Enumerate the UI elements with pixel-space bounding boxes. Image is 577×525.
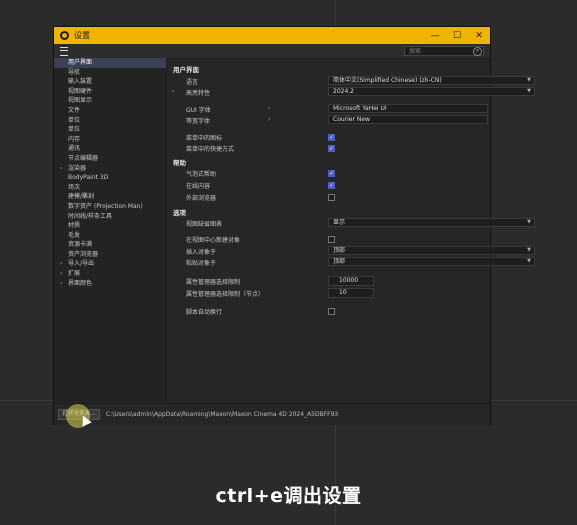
paste-object-dropdown[interactable]: 顶部 ▼ xyxy=(328,257,535,266)
online-help-checkbox[interactable]: ✓ xyxy=(328,182,335,189)
settings-sidebar: 用户界面 导航 输入装置 视图硬件 视图显示 文件 单位 单位 内存 通讯 节点… xyxy=(54,58,167,402)
new-object-label: 在视图中心新建对象 xyxy=(186,237,241,244)
expand-arrow-icon: › xyxy=(60,260,63,268)
menu-shortcuts-checkbox[interactable]: ✓ xyxy=(328,145,335,152)
sidebar-item-navigation[interactable]: 导航 xyxy=(54,68,166,78)
caret-down-icon: ▼ xyxy=(527,88,531,94)
menu-icons-checkbox[interactable]: ✓ xyxy=(328,134,335,141)
minimize-button[interactable]: — xyxy=(424,27,446,44)
attr-node-limit-label: 属性管理器选择限制（节点） xyxy=(186,291,265,298)
sidebar-item-user-interface[interactable]: 用户界面 xyxy=(54,58,166,68)
menu-shortcuts-label: 菜单中的快捷方式 xyxy=(186,146,235,153)
gui-font-expand-icon[interactable]: › xyxy=(268,105,270,112)
paste-object-label: 粘贴对象于 xyxy=(186,260,217,267)
menu-icon[interactable] xyxy=(60,47,68,56)
clear-search-icon[interactable]: × xyxy=(473,47,482,56)
insert-object-dropdown[interactable]: 顶部 ▼ xyxy=(328,246,535,255)
expand-arrow-icon: › xyxy=(60,164,63,172)
highlight-label: 高亮特性 xyxy=(186,90,211,97)
close-button[interactable]: ✕ xyxy=(468,27,490,44)
sidebar-item-modeling-sculpting[interactable]: 建模/雕刻 xyxy=(54,192,166,202)
settings-window: 设置 — ☐ ✕ 搜索 × 用户界面 导航 输入装置 视图硬件 视图显示 文件 … xyxy=(54,27,535,428)
settings-panel: 用户界面 语言 简体中文(Simplified Chinese) (zh-CN)… xyxy=(168,58,535,402)
preferences-path: C:\Users\admin\AppData\Roaming\Maxon\Max… xyxy=(106,411,339,418)
viewport-dropdown[interactable]: 显示 ▼ xyxy=(328,218,535,227)
sidebar-item-hair[interactable]: 毛发 xyxy=(54,231,166,241)
menu-icons-label: 菜单中的图标 xyxy=(186,135,223,142)
search-placeholder: 搜索 xyxy=(409,48,422,55)
expand-arrow-icon: › xyxy=(60,270,63,278)
bubble-help-label: 气泡式帮助 xyxy=(186,171,217,178)
language-dropdown[interactable]: 简体中文(Simplified Chinese) (zh-CN) ▼ xyxy=(328,76,535,85)
bubble-help-checkbox[interactable]: ✓ xyxy=(328,170,335,177)
external-browser-checkbox[interactable] xyxy=(328,194,335,201)
sidebar-item-viewport-hardware[interactable]: 视图硬件 xyxy=(54,87,166,97)
mono-font-expand-icon[interactable]: › xyxy=(268,116,270,123)
attr-node-limit-field[interactable]: 10 xyxy=(328,288,374,298)
sidebar-item-memory[interactable]: 内存 xyxy=(54,135,166,145)
highlight-expand-icon[interactable]: › xyxy=(172,88,174,95)
highlight-dropdown[interactable]: 2024.2 ▼ xyxy=(328,87,535,96)
cinema4d-logo-icon xyxy=(60,31,69,40)
sidebar-item-viewport-display[interactable]: 视图显示 xyxy=(54,96,166,106)
sidebar-item-node-editor[interactable]: 节点编辑器 xyxy=(54,154,166,164)
sidebar-item-units-a[interactable]: 单位 xyxy=(54,116,166,126)
online-help-label: 在线内容 xyxy=(186,183,211,190)
sidebar-item-timeline-spline[interactable]: 时间线/样条工具 xyxy=(54,212,166,222)
sidebar-item-materials[interactable]: 材质 xyxy=(54,221,166,231)
script-autowrap-label: 脚本自动换行 xyxy=(186,309,223,316)
external-browser-label: 外部浏览器 xyxy=(186,195,217,202)
mono-font-label: 等宽字体 xyxy=(186,118,211,125)
maximize-button[interactable]: ☐ xyxy=(446,27,468,44)
attr-limit-label: 属性管理器选择限制 xyxy=(186,279,241,286)
window-title: 设置 xyxy=(74,31,90,40)
sidebar-item-assets[interactable]: 资源卡满 xyxy=(54,240,166,250)
sidebar-item-asset-browser[interactable]: 资产浏览器 xyxy=(54,250,166,260)
sidebar-item-import-export[interactable]: › 导入/导出 xyxy=(54,259,166,269)
section-title-help: 帮助 xyxy=(173,159,186,167)
mono-font-field[interactable]: Courier New xyxy=(328,115,488,124)
search-input[interactable]: 搜索 × xyxy=(404,46,484,56)
insert-object-label: 插入对象于 xyxy=(186,249,217,256)
sidebar-item-input-devices[interactable]: 输入装置 xyxy=(54,77,166,87)
caret-down-icon: ▼ xyxy=(527,219,531,225)
sidebar-item-takes[interactable]: 场次 xyxy=(54,183,166,193)
script-autowrap-checkbox[interactable] xyxy=(328,308,335,315)
sidebar-item-interface-colors[interactable]: › 界面颜色 xyxy=(54,279,166,289)
caret-down-icon: ▼ xyxy=(527,247,531,253)
caret-down-icon: ▼ xyxy=(527,258,531,264)
sidebar-item-bodypaint[interactable]: BodyPaint 3D xyxy=(54,173,166,183)
title-bar[interactable]: 设置 — ☐ ✕ xyxy=(54,27,490,44)
settings-footer: 打开文件夹... C:\Users\admin\AppData\Roaming\… xyxy=(54,403,490,428)
language-label: 语言 xyxy=(186,79,199,86)
caret-down-icon: ▼ xyxy=(527,77,531,83)
section-title-options: 选项 xyxy=(173,209,186,217)
gui-font-field[interactable]: Microsoft YaHei UI xyxy=(328,104,488,113)
expand-arrow-icon: › xyxy=(60,279,63,287)
video-caption: ctrl+e调出设置 xyxy=(215,485,362,507)
toolbar: 搜索 × xyxy=(54,44,490,59)
gui-font-label: GUI 字体 xyxy=(186,107,211,114)
sidebar-item-units-b[interactable]: 单位 xyxy=(54,125,166,135)
viewport-label: 视图缺省图表 xyxy=(186,221,223,228)
new-object-checkbox[interactable] xyxy=(328,236,335,243)
section-title-ui: 用户界面 xyxy=(173,66,199,74)
sidebar-item-projection-man[interactable]: 数字资产 (Projection Man) xyxy=(54,202,166,212)
sidebar-item-extensions[interactable]: › 扩展 xyxy=(54,269,166,279)
sidebar-item-communication[interactable]: 通讯 xyxy=(54,144,166,154)
attr-limit-field[interactable]: 10000 xyxy=(328,276,374,286)
sidebar-item-files[interactable]: 文件 xyxy=(54,106,166,116)
sidebar-item-renderer[interactable]: › 渲染器 xyxy=(54,164,166,174)
